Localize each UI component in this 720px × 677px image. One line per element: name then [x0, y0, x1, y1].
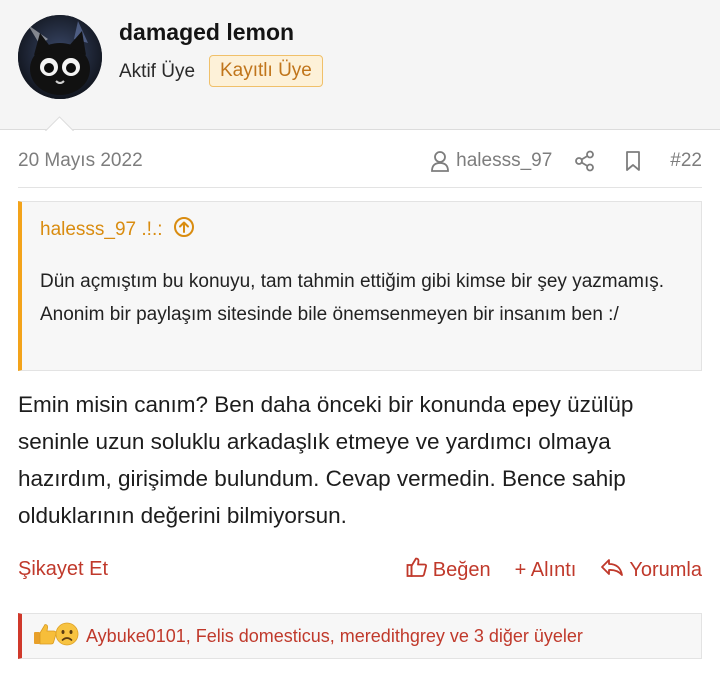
reactions-bar[interactable]: Aybuke0101, Felis domesticus, meredithgr… [18, 613, 702, 659]
message-body: Emin misin canım? Ben daha önceki bir ko… [18, 392, 634, 528]
share-icon[interactable] [574, 150, 596, 172]
avatar-cat-icon [18, 15, 102, 99]
quote-block: halesss_97 .!.: Dün açmıştım bu konuyu, … [18, 201, 702, 371]
reply-label: Yorumla [629, 558, 702, 581]
reply-icon [600, 556, 624, 584]
quote-text: Dün açmıştım bu konuyu, tam tahmin ettiğ… [40, 271, 665, 325]
post-date[interactable]: 20 Mayıs 2022 [18, 150, 143, 172]
avatar[interactable] [18, 15, 102, 99]
user-header: damaged lemon Aktif Üye Kayıtlı Üye [0, 0, 720, 130]
post-actions: Beğen + Alıntı Yorumla [382, 556, 702, 584]
post-meta: halesss_97 #22 [430, 145, 702, 177]
post-number[interactable]: #22 [670, 150, 702, 172]
like-button[interactable]: Beğen [406, 556, 491, 584]
message-arrow [44, 114, 74, 131]
post-author: halesss_97 [456, 150, 553, 171]
user-banner: Kayıtlı Üye [209, 55, 323, 87]
quote-author[interactable]: halesss_97 .!.: [40, 219, 163, 241]
bookmark-icon[interactable] [624, 150, 642, 172]
like-label: Beğen [432, 558, 491, 581]
post-author-link[interactable]: halesss_97 [430, 150, 552, 172]
report-button[interactable]: Şikayet Et [18, 558, 108, 581]
reply-button[interactable]: Yorumla [600, 556, 702, 584]
quote-header[interactable]: halesss_97 .!.: [40, 216, 195, 244]
quote-label: + Alıntı [514, 558, 577, 581]
reaction-users[interactable]: Aybuke0101, Felis domesticus, meredithgr… [86, 626, 583, 647]
reaction-icons [32, 621, 80, 652]
divider [18, 187, 702, 188]
user-title: Aktif Üye [119, 61, 196, 82]
thumbs-up-outline-icon [406, 556, 428, 584]
sad-face-icon [54, 621, 80, 652]
username[interactable]: damaged lemon [119, 19, 294, 46]
user-icon [430, 150, 450, 172]
arrow-up-circle-icon[interactable] [173, 216, 195, 244]
quote-button[interactable]: + Alıntı [515, 559, 577, 582]
